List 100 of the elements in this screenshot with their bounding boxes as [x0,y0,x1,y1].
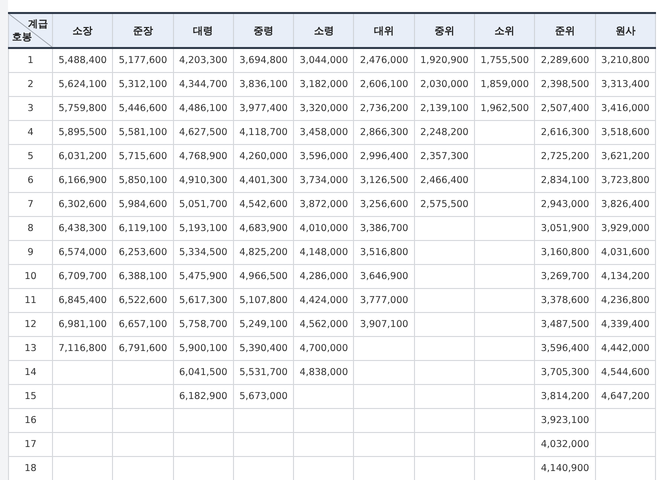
table-cell: 5,617,300 [179,295,228,306]
table-cell: 4,838,000 [300,367,348,378]
table-cell: 2,398,500 [540,79,590,90]
table-cell: 6,182,900 [179,391,228,402]
table-cell: 3,646,900 [360,271,408,282]
table-cell: 4,344,700 [179,79,228,90]
table-cell: 4,401,300 [239,175,288,186]
table-cell: 6,522,600 [118,295,168,306]
table-cell: 1,962,500 [480,103,529,114]
table-cell: 3,518,600 [601,127,650,138]
table-cell: 2,030,000 [420,79,469,90]
column-header: 대령 [173,13,234,48]
table-cell: 2,943,000 [540,199,590,210]
table-cell: 4,542,600 [239,199,288,210]
table-cell: 4,010,000 [300,223,348,234]
table-cell: 5,850,100 [118,175,168,186]
table-cell: 3,126,500 [360,175,408,186]
table-cell: 6,166,900 [58,175,107,186]
table-cell: 3,923,100 [540,415,590,426]
step-label: 호봉 [12,31,32,44]
table-cell: 5,715,600 [118,151,168,162]
table-cell: 4,442,000 [601,343,650,354]
table-cell: 2,507,400 [540,103,590,114]
table-cell: 4,825,200 [239,247,288,258]
step-cell: 17 [8,432,52,456]
table-cell: 3,256,600 [360,199,408,210]
table-cell: 3,416,000 [601,103,650,114]
table-cell: 1,859,000 [480,79,529,90]
table-cell: 5,758,700 [179,319,228,330]
table-cell: 2,466,400 [420,175,469,186]
table-cell: 2,834,100 [540,175,590,186]
table-cell: 3,210,800 [601,55,650,66]
table-cell: 3,694,800 [239,55,288,66]
table-cell: 4,339,400 [601,319,650,330]
table-cell: 2,575,500 [420,199,469,210]
table-cell: 5,581,100 [118,127,168,138]
table-cell: 4,486,100 [179,103,228,114]
table-cell: 3,051,900 [540,223,590,234]
table-cell: 3,160,800 [540,247,590,258]
table-cell: 3,705,300 [540,367,590,378]
table-cell: 4,134,200 [601,271,650,282]
table-cell: 3,872,000 [300,199,348,210]
table-cell: 7,116,800 [58,343,107,354]
rank-label: 계급 [28,18,48,31]
table-cell: 3,907,100 [360,319,408,330]
step-cell: 7 [8,192,52,216]
table-cell: 4,032,000 [540,439,590,450]
table-cell: 5,488,400 [58,55,107,66]
table-cell: 5,193,100 [179,223,228,234]
column-header: 소장 [52,13,113,48]
table-cell: 5,390,400 [239,343,288,354]
table-cell: 2,139,100 [420,103,469,114]
table-cell: 2,248,200 [420,127,469,138]
table-cell: 3,516,800 [360,247,408,258]
table-cell: 6,845,400 [58,295,107,306]
step-cell: 14 [8,360,52,384]
table-cell: 4,544,600 [601,367,650,378]
table-cell: 3,458,000 [300,127,348,138]
table-cell: 5,759,800 [58,103,107,114]
table-cell: 3,836,100 [239,79,288,90]
table-cell: 6,388,100 [118,271,168,282]
table-cell: 5,051,700 [179,199,228,210]
table-cell: 4,236,800 [601,295,650,306]
step-cell: 15 [8,384,52,408]
table-cell: 3,723,800 [601,175,650,186]
table-cell: 2,725,200 [540,151,590,162]
table-cell: 3,313,400 [601,79,650,90]
table-cell: 6,981,100 [58,319,107,330]
table-cell: 5,531,700 [239,367,288,378]
table-cell: 4,562,000 [300,319,348,330]
step-cell: 1 [8,48,52,72]
table-cell: 6,253,600 [118,247,168,258]
step-cell: 11 [8,288,52,312]
table-cell: 3,596,400 [540,343,590,354]
table-cell: 5,624,100 [58,79,107,90]
table-cell: 3,929,000 [601,223,650,234]
table-cell: 4,203,300 [179,55,228,66]
step-cell: 10 [8,264,52,288]
table-cell: 4,768,900 [179,151,228,162]
table-cell: 5,249,100 [239,319,288,330]
column-header: 소령 [294,13,354,48]
table-cell: 4,627,500 [179,127,228,138]
table-cell: 4,424,000 [300,295,348,306]
table-cell: 4,910,300 [179,175,228,186]
table-cell: 5,446,600 [118,103,168,114]
table-cell: 3,814,200 [540,391,590,402]
table-cell: 3,044,000 [300,55,348,66]
table-cell: 3,182,000 [300,79,348,90]
table-cell: 4,118,700 [239,127,288,138]
table-cell: 4,683,900 [239,223,288,234]
table-cell: 2,866,300 [360,127,408,138]
table-cell: 6,031,200 [58,151,107,162]
table-cell: 3,378,600 [540,295,590,306]
table-cell: 3,386,700 [360,223,408,234]
table-cell: 4,286,000 [300,271,348,282]
table-cell: 3,621,200 [601,151,650,162]
table-cell: 6,438,300 [58,223,107,234]
table-cell: 4,966,500 [239,271,288,282]
table-cell: 4,140,900 [540,463,590,474]
column-header: 중령 [233,13,294,48]
